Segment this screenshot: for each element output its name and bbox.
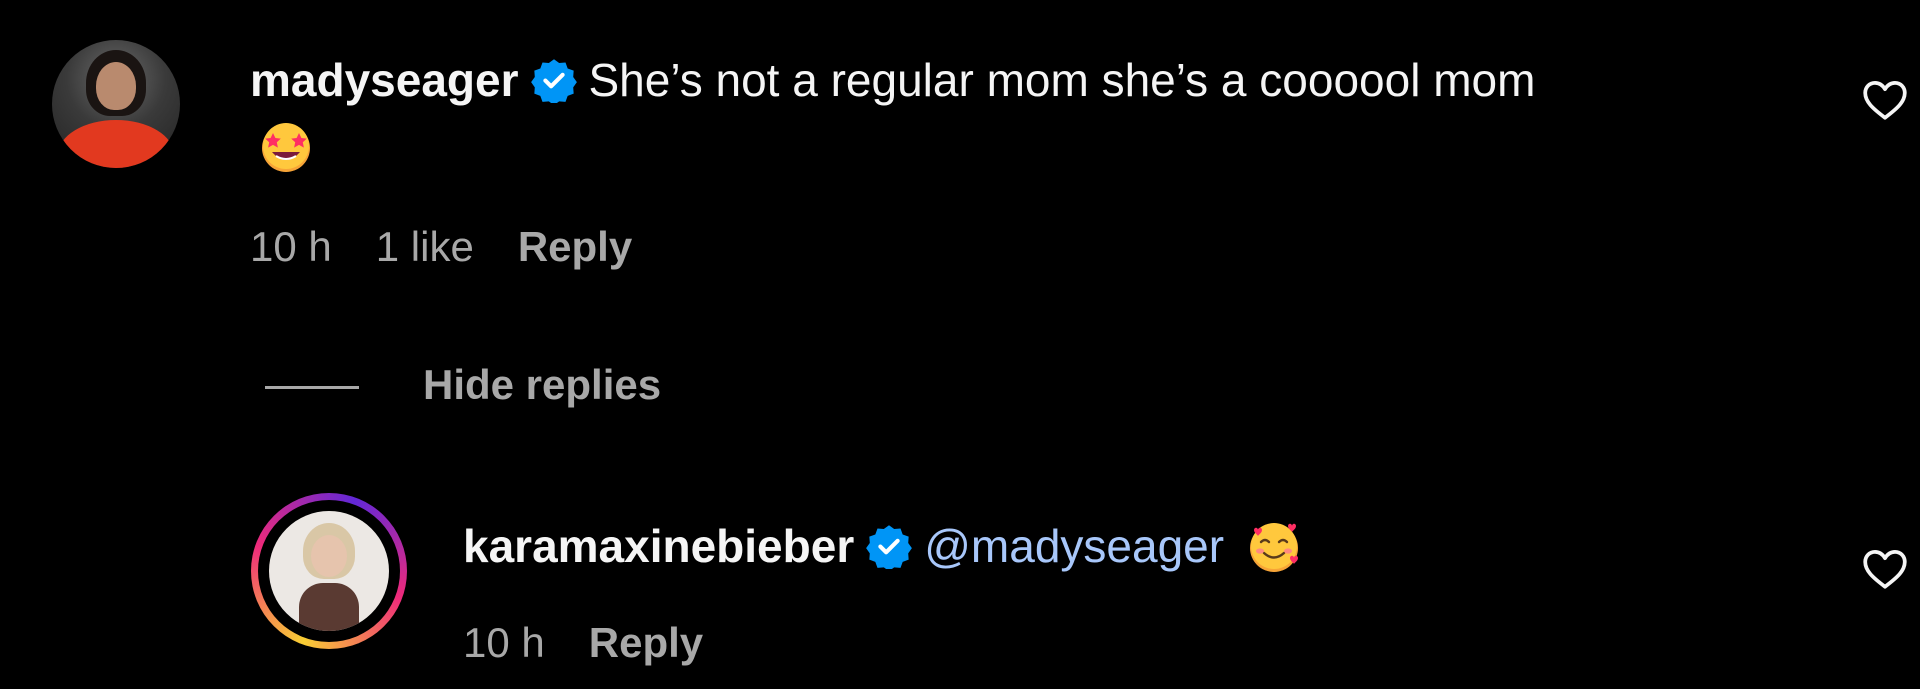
hide-replies-label: Hide replies [423,361,662,408]
commenter-username[interactable]: madyseager [250,54,519,106]
heart-icon[interactable] [1860,75,1910,125]
commenter-avatar[interactable] [52,40,180,168]
story-ring[interactable] [251,493,407,649]
smiling-face-with-hearts-emoji [1250,522,1299,572]
reply-button[interactable]: Reply [589,619,703,666]
reply-body: karamaxinebieber @madyseager [463,518,1302,578]
mention-link[interactable]: @madyseager [924,520,1224,572]
reply-meta: 10 h Reply [463,618,747,668]
comment-text: She’s not a regular mom she’s a coooool … [588,54,1536,106]
comment-body: madyseager She’s not a regular mom she’s… [250,52,1535,108]
replier-avatar [269,511,389,631]
comment-meta: 10 h 1 like Reply [250,222,676,272]
reply-button[interactable]: Reply [518,223,632,270]
replier-username[interactable]: karamaxinebieber [463,520,854,572]
verified-badge-icon [530,59,577,103]
heart-icon[interactable] [1860,544,1910,594]
reply-time: 10 h [463,619,545,666]
star-struck-emoji [262,123,310,172]
hide-replies-button[interactable]: Hide replies [265,360,661,410]
comment-thread: madyseager She’s not a regular mom she’s… [0,0,1920,689]
replies-divider [265,386,359,390]
comment-likes[interactable]: 1 like [376,223,474,270]
comment-time: 10 h [250,223,332,270]
verified-badge-icon [866,525,913,569]
